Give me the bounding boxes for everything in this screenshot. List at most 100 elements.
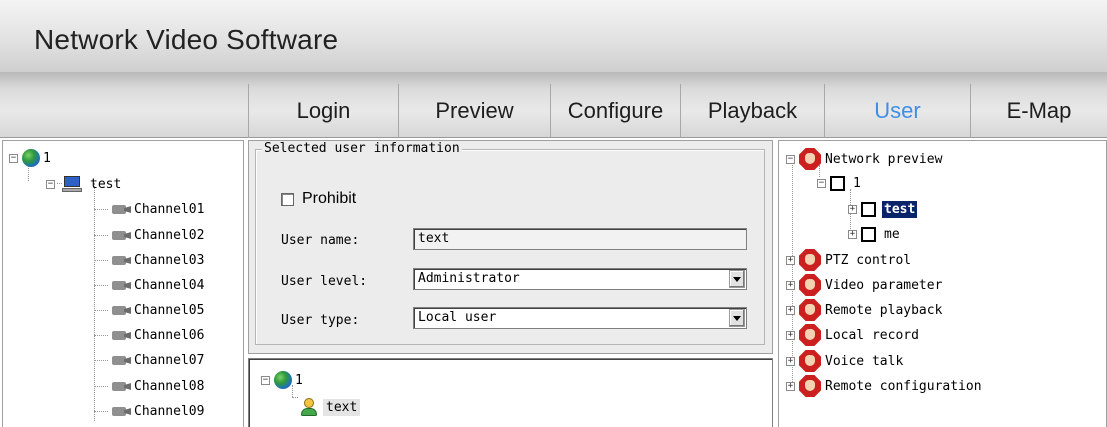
user-tree-root[interactable]: − 1 <box>261 369 303 391</box>
expand-icon[interactable]: + <box>786 305 795 315</box>
stop-hand-icon <box>799 148 821 170</box>
perm-network-preview[interactable]: − Network preview <box>786 148 942 170</box>
tree-root[interactable]: − 1 <box>9 147 51 169</box>
stop-hand-icon <box>799 350 821 372</box>
prohibit-checkbox[interactable]: Prohibit <box>281 188 356 210</box>
user-info-area: Selected user information Prohibit User … <box>248 140 773 354</box>
expand-icon[interactable]: + <box>786 356 795 366</box>
perm-label: Voice talk <box>825 353 904 369</box>
user-icon <box>300 397 318 417</box>
checkbox-icon[interactable] <box>830 175 845 191</box>
collapse-icon[interactable]: − <box>817 178 826 188</box>
perm-video-parameter[interactable]: + Video parameter <box>786 274 942 296</box>
perm-item[interactable]: + me <box>848 223 900 245</box>
channel-item[interactable]: Channel04 <box>94 274 204 296</box>
checkbox-icon[interactable] <box>281 192 294 206</box>
user-tree-root-label: 1 <box>295 372 303 388</box>
channel-item[interactable]: Channel08 <box>94 375 204 397</box>
perm-item[interactable]: + test <box>848 198 918 220</box>
perm-voice-talk[interactable]: + Voice talk <box>786 350 903 372</box>
tab-e-map[interactable]: E-Map <box>970 84 1107 138</box>
checkbox-icon[interactable] <box>861 201 876 217</box>
channel-label: Channel08 <box>134 378 205 394</box>
title-bar: Network Video Software <box>0 0 1107 72</box>
tab-configure[interactable]: Configure <box>550 84 680 138</box>
channel-label: Channel01 <box>134 201 205 217</box>
perm-group-label: 1 <box>853 175 861 191</box>
camera-icon <box>110 228 132 242</box>
channel-item[interactable]: Channel05 <box>94 299 204 321</box>
channel-label: Channel04 <box>134 277 205 293</box>
tab-user[interactable]: User <box>824 84 970 138</box>
perm-label: Local record <box>825 327 919 343</box>
camera-icon <box>110 404 132 418</box>
expand-icon[interactable]: + <box>848 204 857 214</box>
perm-remote-configuration[interactable]: + Remote configuration <box>786 375 982 397</box>
checkbox-icon[interactable] <box>861 226 876 242</box>
perm-label: Remote playback <box>825 302 943 318</box>
username-field[interactable]: text <box>413 228 747 250</box>
expand-icon[interactable]: + <box>786 381 795 391</box>
channel-item[interactable]: Channel06 <box>94 324 204 346</box>
channel-label: Channel06 <box>134 327 205 343</box>
user-info-group: Selected user information Prohibit User … <box>255 141 765 345</box>
perm-label: Remote configuration <box>825 378 982 394</box>
username-label: User name: <box>281 233 360 248</box>
perm-group[interactable]: − 1 <box>817 172 861 194</box>
stop-hand-icon <box>799 324 821 346</box>
user-type-select[interactable]: Local user <box>413 307 747 329</box>
collapse-icon[interactable]: − <box>786 154 795 164</box>
user-level-label: User level: <box>281 274 368 289</box>
camera-icon <box>110 278 132 292</box>
channel-item[interactable]: Channel01 <box>94 198 204 220</box>
device-label: test <box>90 176 122 192</box>
tree-device[interactable]: − test <box>46 173 121 195</box>
user-type-value: Local user <box>418 310 497 325</box>
perm-local-record[interactable]: + Local record <box>786 324 919 346</box>
expand-icon[interactable]: + <box>786 280 795 290</box>
camera-icon <box>110 202 132 216</box>
globe-icon <box>274 371 292 389</box>
channel-label: Channel09 <box>134 403 205 419</box>
user-tree-item[interactable]: text <box>300 396 361 418</box>
camera-icon <box>110 379 132 393</box>
perm-remote-playback[interactable]: + Remote playback <box>786 299 942 321</box>
perm-item-label: me <box>884 226 900 242</box>
perm-ptz-control[interactable]: + PTZ control <box>786 249 911 271</box>
user-info-legend: Selected user information <box>262 141 462 156</box>
perm-label: PTZ control <box>825 252 912 268</box>
perm-label: Video parameter <box>825 277 943 293</box>
expand-icon[interactable]: + <box>786 330 795 340</box>
app-title: Network Video Software <box>34 24 339 55</box>
collapse-icon[interactable]: − <box>46 179 55 189</box>
channel-label: Channel05 <box>134 302 205 318</box>
tree-root-label: 1 <box>43 150 51 166</box>
computer-icon <box>62 175 82 193</box>
dropdown-arrow-icon[interactable] <box>729 270 745 288</box>
collapse-icon[interactable]: − <box>9 153 18 163</box>
camera-icon <box>110 353 132 367</box>
channel-item[interactable]: Channel07 <box>94 349 204 371</box>
globe-icon <box>22 149 40 167</box>
channel-label: Channel02 <box>134 227 205 243</box>
expand-icon[interactable]: + <box>786 255 795 265</box>
expand-icon[interactable]: + <box>848 229 857 239</box>
dropdown-arrow-icon[interactable] <box>729 309 745 327</box>
user-level-select[interactable]: Administrator <box>413 268 747 290</box>
stop-hand-icon <box>799 274 821 296</box>
tab-playback[interactable]: Playback <box>680 84 824 138</box>
stop-hand-icon <box>799 375 821 397</box>
tab-login[interactable]: Login <box>248 84 398 138</box>
perm-label: Network preview <box>825 151 943 167</box>
user-level-value: Administrator <box>418 271 520 286</box>
channel-item[interactable]: Channel03 <box>94 249 204 271</box>
permission-tree-panel: − Network preview − 1 + test + me + PTZ … <box>778 140 1107 427</box>
channel-label: Channel03 <box>134 252 205 268</box>
nav-bar: Login Preview Configure Playback User E-… <box>0 72 1107 138</box>
channel-item[interactable]: Channel02 <box>94 224 204 246</box>
collapse-icon[interactable]: − <box>261 375 270 385</box>
device-tree-panel: − 1 − test Channel01 Channel02 Channel03… <box>2 140 244 427</box>
channel-item[interactable]: Channel09 <box>94 400 204 422</box>
perm-item-label: test <box>882 200 918 218</box>
tab-preview[interactable]: Preview <box>398 84 550 138</box>
